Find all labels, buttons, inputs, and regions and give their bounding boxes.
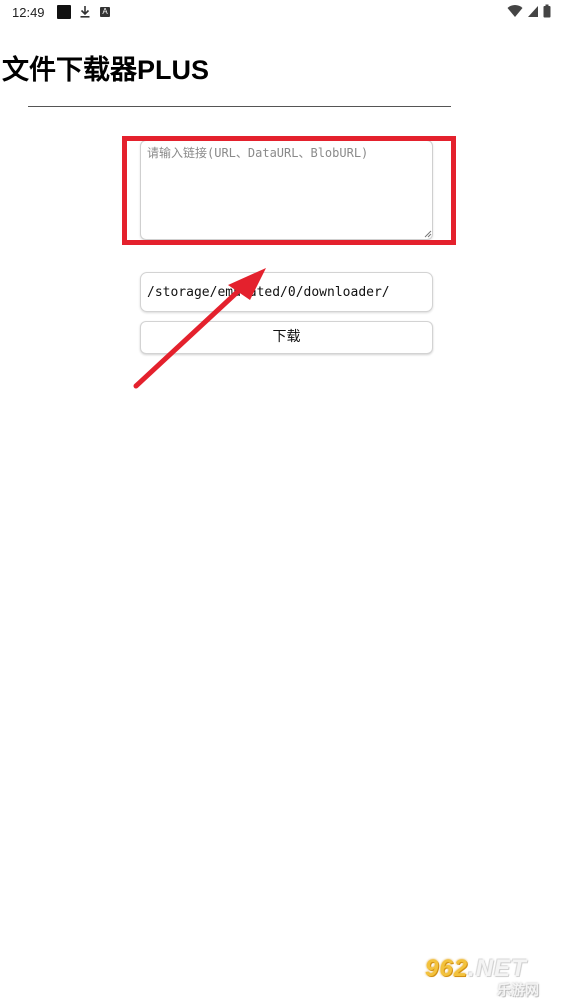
cellular-signal-icon xyxy=(527,4,539,18)
app-screen: 12:49 A 文件下载器PLUS 请输入链接(URL、DataURL、Blob… xyxy=(0,0,564,1004)
stop-square-icon xyxy=(57,5,71,19)
status-time: 12:49 xyxy=(12,5,45,20)
battery-icon xyxy=(543,4,551,18)
save-path-input[interactable] xyxy=(140,272,433,312)
wifi-icon xyxy=(507,4,523,18)
watermark-logo: 962.NET 乐游网 xyxy=(425,955,559,999)
page-title: 文件下载器PLUS xyxy=(2,55,210,85)
highlight-box xyxy=(122,136,456,245)
a-box-icon: A xyxy=(100,7,110,17)
title-divider xyxy=(28,106,451,107)
watermark-brand: 962.NET xyxy=(425,955,527,982)
watermark-subtitle: 乐游网 xyxy=(497,983,539,999)
download-button[interactable]: 下载 xyxy=(140,321,433,354)
status-bar: 12:49 A xyxy=(0,0,564,26)
download-icon xyxy=(79,5,91,19)
